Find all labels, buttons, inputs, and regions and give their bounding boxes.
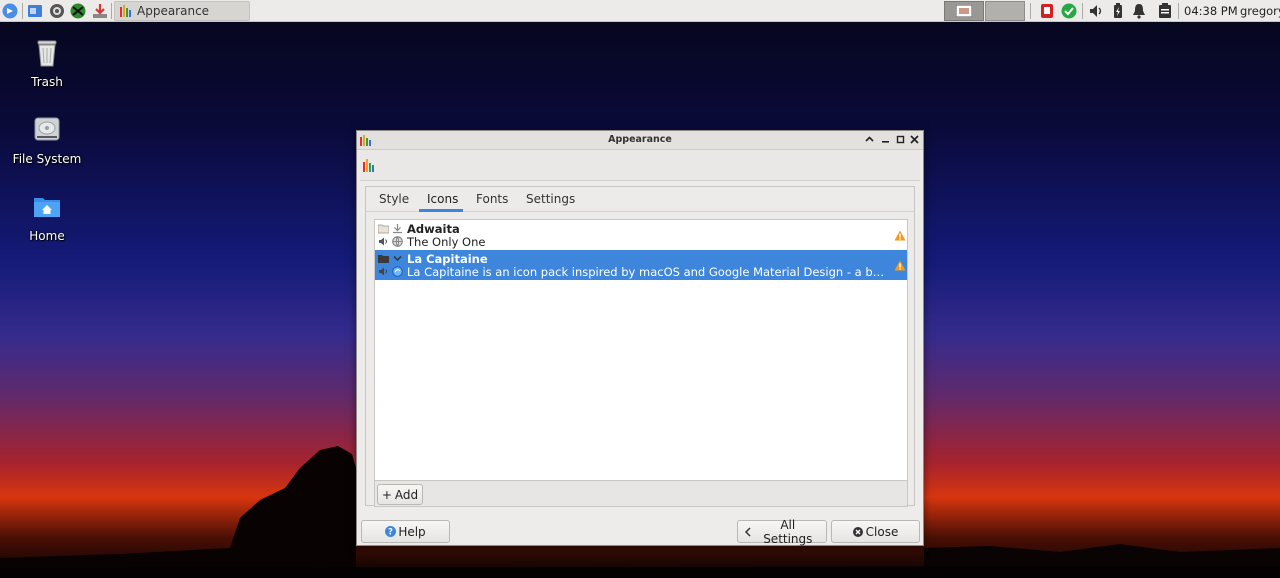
xbox-icon[interactable] [69, 2, 87, 20]
workspace-2[interactable] [985, 1, 1025, 21]
list-toolbar: + Add [374, 481, 908, 507]
taskbar-button-label: Appearance [137, 4, 210, 18]
help-button-label: Help [398, 524, 426, 539]
maximize-button[interactable] [894, 133, 907, 146]
user-menu[interactable]: gregory [1240, 4, 1280, 18]
folder-icon [378, 224, 389, 234]
active-tab-indicator [419, 209, 463, 212]
shade-button[interactable] [863, 133, 876, 146]
chevron-up-icon [865, 136, 874, 142]
home-folder-icon [34, 198, 60, 217]
clipboard-icon[interactable] [1156, 2, 1174, 20]
appearance-icon [363, 159, 374, 172]
panel-separator [111, 3, 112, 19]
close-button-label: Close [865, 524, 899, 539]
plus-icon: + [381, 487, 392, 502]
svg-text:?: ? [388, 528, 393, 537]
window-titlebar[interactable]: Appearance [357, 131, 923, 150]
appearance-window: Appearance Style Icons Fonts Settings Ad… [356, 130, 924, 546]
window-title: Appearance [608, 134, 672, 145]
theme-name: La Capitaine [407, 252, 488, 266]
notifications-bell-icon[interactable] [1130, 2, 1148, 20]
warning-icon [894, 230, 906, 241]
help-button[interactable]: ? Help [361, 520, 450, 543]
theme-row-adwaita[interactable]: Adwaita The Only One [375, 220, 907, 250]
panel-separator [1030, 3, 1031, 19]
minimize-icon [882, 141, 889, 143]
warning-icon [894, 260, 906, 271]
clock[interactable]: 04:38 PM [1184, 4, 1238, 18]
icon-theme-list[interactable]: Adwaita The Only One La Capitaine La Cap… [374, 219, 908, 481]
download-icon[interactable] [91, 2, 109, 20]
globe-icon [392, 266, 403, 277]
volume-icon[interactable] [1087, 2, 1105, 20]
folder-icon [378, 255, 389, 263]
theme-description: The Only One [407, 235, 486, 249]
volume-icon [379, 237, 387, 246]
tab-bar: Style Icons Fonts Settings [366, 187, 914, 212]
tab-style[interactable]: Style [379, 192, 409, 206]
desktop-icon-label: Trash [31, 75, 63, 89]
taskbar-button-appearance[interactable]: Appearance [114, 1, 250, 21]
whisker-menu-icon[interactable] [1, 2, 19, 20]
appearance-icon [120, 5, 131, 17]
close-circle-icon [852, 526, 863, 537]
file-manager-icon[interactable] [26, 2, 44, 20]
drive-icon [34, 117, 60, 141]
panel-separator [1178, 3, 1179, 19]
help-icon: ? [385, 526, 397, 537]
close-icon [910, 135, 919, 144]
add-button-label: Add [394, 487, 419, 502]
theme-description: La Capitaine is an icon pack inspired by… [407, 265, 891, 279]
desktop-icon-label: File System [12, 152, 82, 166]
desktop-icon-label: Home [29, 229, 65, 243]
theme-row-la-capitaine[interactable]: La Capitaine La Capitaine is an icon pac… [375, 250, 907, 280]
close-window-button[interactable] [908, 133, 921, 146]
tab-fonts[interactable]: Fonts [476, 192, 508, 206]
update-ok-icon[interactable] [1060, 2, 1078, 20]
window-thumbnail-icon [956, 5, 972, 17]
settings-notebook: Style Icons Fonts Settings Adwaita The O… [365, 186, 915, 507]
chevron-left-icon [744, 526, 751, 537]
download-icon [393, 224, 402, 234]
battery-icon[interactable] [1109, 2, 1127, 20]
tab-icons[interactable]: Icons [427, 192, 458, 206]
trash-icon [37, 40, 57, 67]
settings-icon[interactable] [48, 2, 66, 20]
desktop-icon-home[interactable]: Home [0, 190, 94, 243]
all-settings-label: All Settings [763, 517, 813, 546]
close-button[interactable]: Close [831, 520, 920, 543]
desktop-icon-file-system[interactable]: File System [0, 113, 94, 166]
window-header [360, 150, 920, 181]
maximize-icon [896, 135, 905, 144]
minimize-button[interactable] [879, 133, 892, 146]
panel-separator [1082, 3, 1083, 19]
desktop-icon-trash[interactable]: Trash [0, 36, 94, 89]
workspace-1[interactable] [944, 1, 984, 21]
tab-settings[interactable]: Settings [526, 192, 575, 206]
theme-name: Adwaita [407, 222, 460, 236]
add-theme-button[interactable]: + Add [377, 484, 423, 505]
panel-separator [22, 3, 23, 19]
globe-icon [392, 236, 403, 247]
top-panel: Appearance 04:38 PM gregory [0, 0, 1280, 22]
red-notification-icon[interactable] [1038, 2, 1056, 20]
all-settings-button[interactable]: All Settings [737, 517, 827, 546]
chevron-down-icon [393, 255, 402, 262]
volume-icon [379, 267, 387, 276]
